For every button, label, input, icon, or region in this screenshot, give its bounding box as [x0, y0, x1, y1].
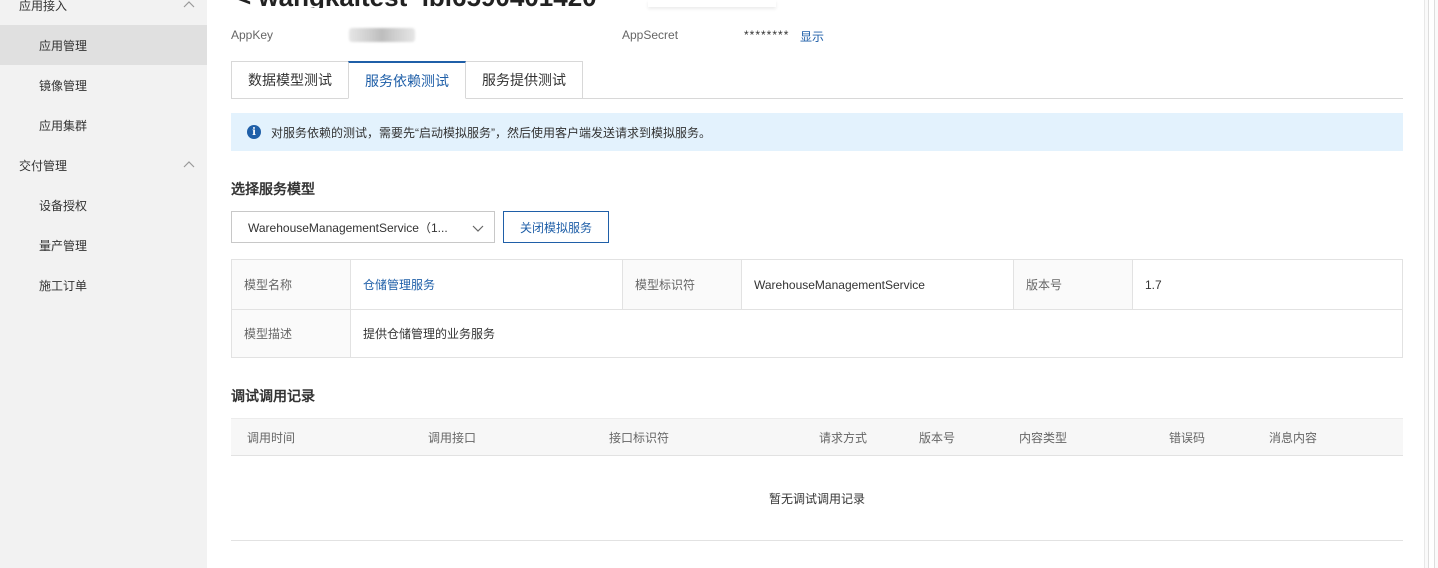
tab-label: 数据模型测试 [248, 72, 332, 88]
records-title: 调试调用记录 [231, 388, 315, 404]
col-version: 版本号 [919, 430, 956, 445]
service-model-select-value: WarehouseManagementService（1... [248, 220, 448, 235]
appsecret-label: AppSecret [622, 28, 679, 42]
chevron-up-icon [183, 1, 195, 8]
appkey-value-blurred [349, 28, 415, 42]
tab-service-dependency-test[interactable]: 服务依赖测试 [348, 61, 466, 99]
info-icon: i [247, 125, 261, 139]
sidebar-item-label: 设备授权 [39, 198, 88, 213]
model-name-value[interactable]: 仓储管理服务 [351, 260, 622, 309]
chevron-down-icon [472, 225, 484, 232]
sidebar-item-app-management[interactable]: 应用管理 [0, 25, 207, 65]
tab-data-model-test[interactable]: 数据模型测试 [231, 61, 349, 99]
model-identifier-value: WarehouseManagementService [754, 277, 925, 292]
stop-mock-service-button[interactable]: 关闭模拟服务 [503, 211, 609, 243]
page-title: < wangkaitest_lbl6590401420 [236, 0, 597, 8]
sidebar-group-app-access[interactable]: 应用接入 [0, 0, 207, 25]
model-version-value: 1.7 [1145, 277, 1162, 292]
table-divider [350, 260, 351, 357]
col-content-type: 内容类型 [1019, 430, 1068, 445]
sidebar-group-delivery[interactable]: 交付管理 [0, 145, 207, 185]
show-secret-link[interactable]: 显示 [800, 28, 824, 45]
appsecret-value: ******** [744, 28, 790, 42]
model-desc-value: 提供仓储管理的业务服务 [363, 327, 496, 341]
sidebar-group-label: 应用接入 [19, 0, 68, 13]
stop-mock-service-label: 关闭模拟服务 [519, 220, 592, 235]
col-interface-identifier: 接口标识符 [609, 430, 670, 445]
sidebar-group-label: 交付管理 [19, 158, 68, 173]
col-request-method: 请求方式 [819, 430, 868, 445]
sidebar: 应用接入 应用管理 镜像管理 应用集群 交付管理 设备授权 量产管理 施工订单 [0, 0, 207, 568]
service-model-select[interactable]: WarehouseManagementService（1... [231, 211, 495, 243]
sidebar-item-device-auth[interactable]: 设备授权 [0, 185, 207, 225]
tab-service-provide-test[interactable]: 服务提供测试 [465, 61, 583, 99]
model-identifier-label: 模型标识符 [623, 260, 741, 309]
sidebar-item-image-management[interactable]: 镜像管理 [0, 65, 207, 105]
info-banner-text: 对服务依赖的测试，需要先“启动模拟服务”，然后使用客户端发送请求到模拟服务。 [271, 125, 711, 140]
sidebar-item-label: 镜像管理 [39, 78, 88, 93]
model-desc-label: 模型描述 [232, 310, 350, 357]
tab-label: 服务提供测试 [482, 72, 566, 88]
sidebar-item-app-cluster[interactable]: 应用集群 [0, 105, 207, 145]
tooltip-overlay [648, 0, 776, 7]
sidebar-item-label: 量产管理 [39, 238, 88, 253]
scrollbar-thumb[interactable] [1428, 0, 1435, 568]
chevron-up-icon [183, 161, 195, 168]
records-table-header: 调用时间 调用接口 接口标识符 请求方式 版本号 内容类型 错误码 消息内容 [231, 418, 1403, 456]
model-name-label: 模型名称 [232, 260, 350, 309]
info-banner: i 对服务依赖的测试，需要先“启动模拟服务”，然后使用客户端发送请求到模拟服务。 [231, 113, 1403, 151]
table-divider [1132, 260, 1133, 309]
tab-label: 服务依赖测试 [365, 72, 449, 89]
vertical-scrollbar[interactable] [1424, 0, 1438, 568]
sidebar-item-construction-order[interactable]: 施工订单 [0, 265, 207, 305]
col-call-interface: 调用接口 [428, 430, 477, 445]
records-empty-state: 暂无调试调用记录 [231, 456, 1403, 541]
select-model-title: 选择服务模型 [231, 181, 315, 197]
col-error-code: 错误码 [1169, 430, 1206, 445]
sidebar-item-label: 应用管理 [39, 38, 88, 53]
sidebar-item-mass-production[interactable]: 量产管理 [0, 225, 207, 265]
sidebar-item-label: 应用集群 [39, 118, 88, 133]
model-version-label: 版本号 [1014, 260, 1132, 309]
table-divider [1013, 260, 1014, 309]
sidebar-item-label: 施工订单 [39, 278, 88, 293]
appkey-label: AppKey [231, 28, 274, 42]
table-divider [741, 260, 742, 309]
col-call-time: 调用时间 [247, 430, 296, 445]
col-message: 消息内容 [1269, 430, 1318, 445]
model-info-table: 模型名称 仓储管理服务 模型标识符 WarehouseManagementSer… [231, 259, 1403, 358]
table-divider [622, 260, 623, 309]
